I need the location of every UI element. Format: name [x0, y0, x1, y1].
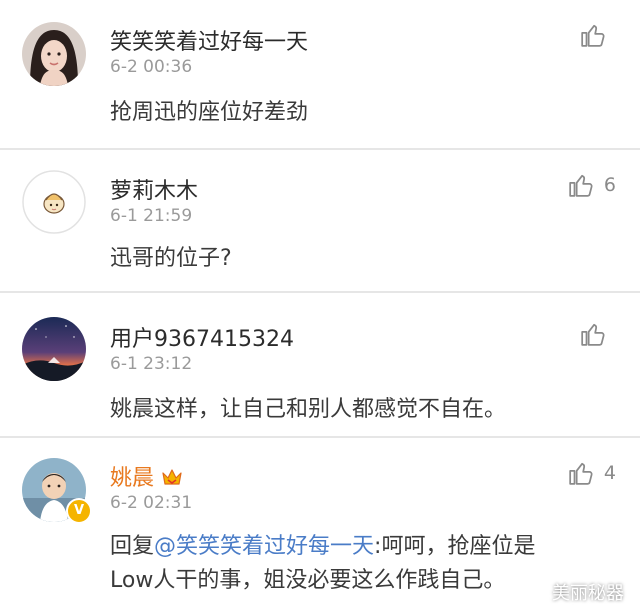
comment-item: 用户9367415324 6-1 23:12 姚晨这样，让自己和别人都感觉不自在…: [0, 293, 640, 438]
vip-crown-icon: [160, 466, 184, 494]
avatar-image: [22, 170, 86, 234]
avatar[interactable]: [22, 22, 86, 86]
like-button[interactable]: 4: [568, 460, 616, 486]
timestamp: 6-2 00:36: [110, 57, 193, 77]
reply-line-1: 回复@笑笑笑着过好每一天:呵呵，抢座位是: [110, 530, 620, 564]
like-button[interactable]: [580, 321, 616, 347]
timestamp: 6-2 02:31: [110, 493, 193, 513]
username-text: 姚晨: [110, 466, 155, 491]
mention-link[interactable]: @笑笑笑着过好每一天: [154, 534, 374, 559]
thumbs-up-icon: [569, 462, 593, 485]
thumbs-up-icon: [581, 323, 605, 346]
avatar[interactable]: [22, 170, 86, 234]
username[interactable]: 萝莉木木: [110, 173, 198, 205]
avatar-image: [22, 22, 86, 86]
comment-item: 笑笑笑着过好每一天 6-2 00:36 抢周迅的座位好差劲: [0, 0, 640, 150]
username[interactable]: 姚晨: [110, 460, 184, 494]
thumbs-up-icon: [569, 174, 593, 197]
like-count: 4: [603, 462, 616, 484]
username[interactable]: 用户9367415324: [110, 321, 294, 353]
reply-text-1: :呵呵，抢座位是: [374, 534, 536, 559]
verified-badge: V: [66, 498, 92, 524]
comment-item: V 姚晨 6-2 02:31 回复@笑笑笑着过好每一天:呵呵，抢座位是 Low人…: [0, 438, 640, 615]
watermark-text: 美丽秘器: [552, 583, 624, 604]
username[interactable]: 笑笑笑着过好每一天: [110, 24, 308, 56]
timestamp: 6-1 23:12: [110, 354, 193, 374]
comment-text: 抢周迅的座位好差劲: [110, 100, 309, 125]
thumbs-up-icon: [581, 24, 605, 47]
comment-text: 姚晨这样，让自己和别人都感觉不自在。: [110, 397, 507, 422]
like-count: 6: [603, 174, 616, 196]
like-button[interactable]: [580, 22, 616, 48]
comment-text: 迅哥的位子?: [110, 246, 232, 271]
avatar-image: [22, 317, 86, 381]
comment-item: 萝莉木木 6-1 21:59 迅哥的位子? 6: [0, 150, 640, 293]
timestamp: 6-1 21:59: [110, 206, 193, 226]
like-button[interactable]: 6: [568, 172, 616, 198]
avatar[interactable]: [22, 317, 86, 381]
reply-prefix: 回复: [110, 534, 155, 559]
wechat-icon: [520, 582, 545, 602]
watermark: 美丽秘器: [520, 579, 624, 605]
comment-feed: 笑笑笑着过好每一天 6-2 00:36 抢周迅的座位好差劲 萝莉木木 6-1 2…: [0, 0, 640, 615]
